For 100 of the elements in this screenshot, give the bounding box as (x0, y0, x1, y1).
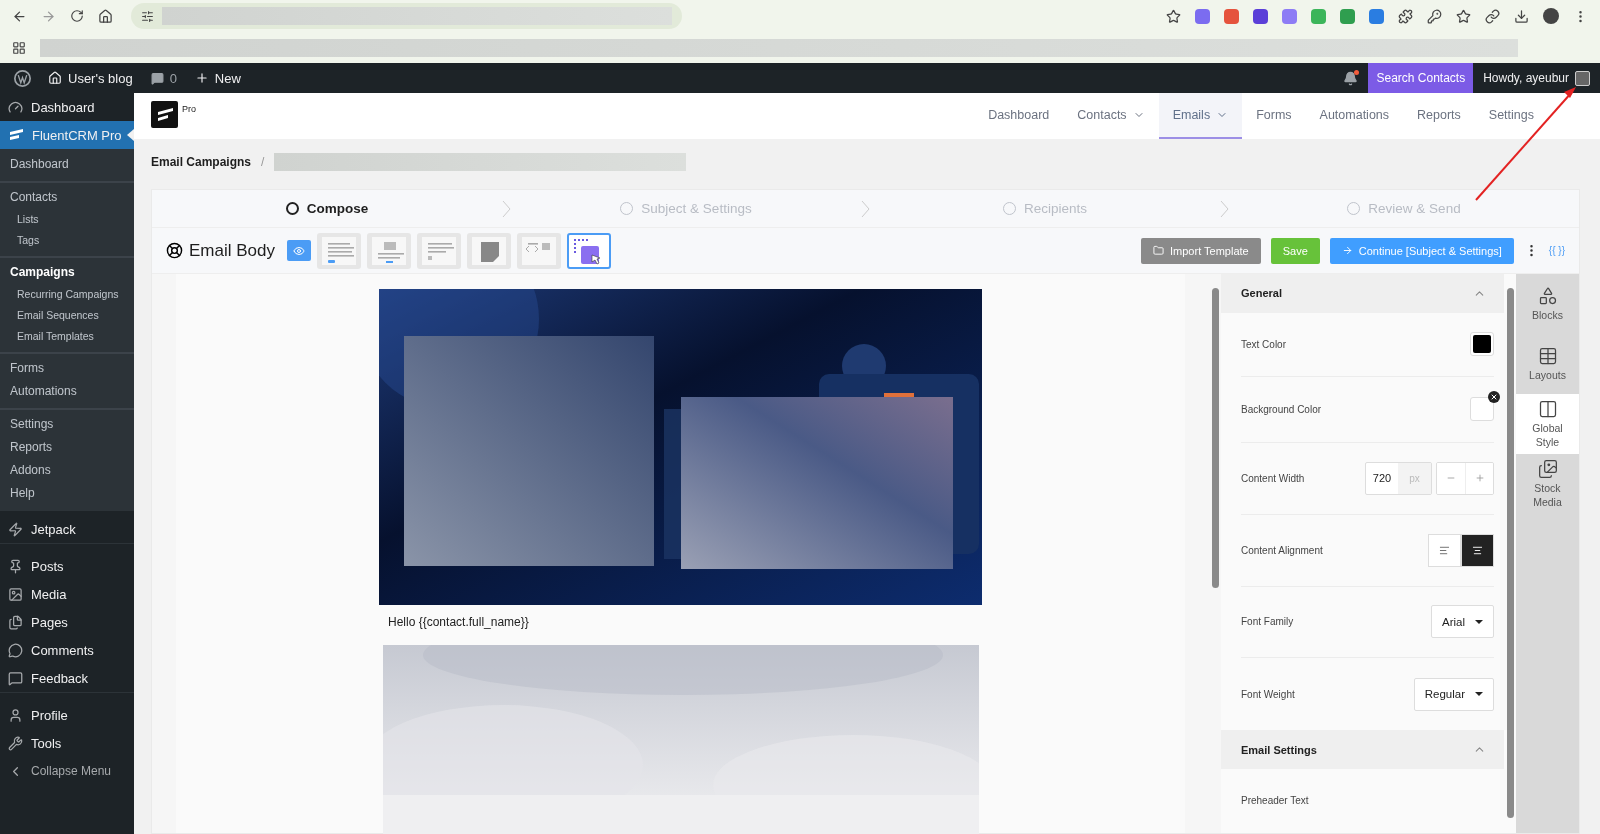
search-contacts-button[interactable]: Search Contacts (1368, 63, 1474, 93)
home-icon[interactable] (98, 8, 113, 24)
plus-icon (1474, 473, 1485, 484)
submenu-item[interactable]: Dashboard (0, 153, 134, 176)
submenu-item[interactable]: Tags (0, 230, 134, 251)
email-greeting: Hello {{contact.full_name}} (387, 614, 530, 631)
shapes-icon (1537, 286, 1558, 306)
feedback-icon (8, 670, 23, 686)
setting-label: Text Color (1241, 338, 1286, 350)
submenu-item[interactable]: Help (0, 482, 134, 505)
submenu-item[interactable]: Email Sequences (0, 305, 134, 326)
sidebar-item[interactable]: Profile (0, 692, 134, 729)
template-thumbnail[interactable] (517, 232, 561, 269)
submenu-item[interactable]: Reports (0, 436, 134, 459)
clear-button[interactable] (1488, 391, 1500, 404)
submenu-item[interactable]: Settings (0, 408, 134, 436)
close-icon (1490, 393, 1498, 402)
sidebar-tab[interactable]: Blocks (1516, 274, 1579, 334)
wizard-step[interactable]: Compose (152, 201, 502, 216)
key-icon[interactable] (1427, 8, 1442, 24)
fluentcrm-logo-icon (151, 101, 178, 128)
template-thumbnail[interactable] (367, 232, 411, 269)
new-link[interactable]: New (185, 63, 250, 93)
arrow-right-icon (1341, 245, 1353, 256)
sidebar-item[interactable]: Posts (0, 543, 134, 580)
eye-icon (293, 244, 305, 257)
submenu-item[interactable]: Automations (0, 380, 134, 403)
nav-tab[interactable]: Contacts (1063, 93, 1159, 139)
color-swatch[interactable] (1470, 332, 1494, 357)
nav-tab[interactable]: Reports (1403, 93, 1475, 139)
submenu-item[interactable]: Email Templates (0, 326, 134, 347)
extensions-icon[interactable] (1398, 8, 1413, 24)
submenu-item[interactable]: Contacts (0, 181, 134, 209)
forward-icon[interactable] (41, 8, 56, 24)
color-swatch[interactable] (1470, 397, 1494, 422)
sidebar-item[interactable]: Jetpack (0, 515, 134, 543)
sidebar-item[interactable]: Feedback (0, 664, 134, 692)
apps-icon[interactable] (12, 40, 26, 55)
home-icon (48, 71, 62, 85)
star-icon[interactable] (1456, 8, 1471, 24)
comment-icon (150, 71, 164, 85)
download-icon[interactable] (1514, 8, 1529, 24)
reload-icon[interactable] (70, 9, 84, 23)
section-header[interactable]: Email Settings (1221, 730, 1504, 769)
sidebar-item[interactable]: Collapse Menu (0, 757, 134, 785)
setting-label: Font Weight (1241, 688, 1295, 700)
breadcrumb-link[interactable]: Email Campaigns (151, 155, 252, 169)
submenu-item[interactable]: Lists (0, 209, 134, 230)
extension-icon[interactable] (1282, 8, 1297, 24)
image-icon (8, 586, 23, 602)
grid-icon (1537, 346, 1558, 366)
sidebar-item[interactable]: Dashboard (0, 93, 134, 121)
submenu-item[interactable]: Forms (0, 352, 134, 380)
sidebar-item[interactable]: FluentCRM Pro (0, 121, 134, 149)
section-title: Email Body (189, 240, 275, 261)
wrench-icon (8, 735, 23, 751)
template-thumbnail[interactable] (567, 232, 611, 269)
scrollbar[interactable] (1211, 288, 1219, 588)
template-thumbnail[interactable] (317, 232, 361, 269)
extension-icon[interactable] (1253, 8, 1268, 24)
nav-tab[interactable]: Dashboard (974, 93, 1064, 139)
sidebar-item[interactable]: Tools (0, 729, 134, 757)
nav-tab[interactable]: Settings (1474, 93, 1548, 139)
extension-icon[interactable] (1224, 8, 1239, 24)
folder-icon (1153, 245, 1164, 256)
sidebar-tab[interactable]: Stock Media (1516, 454, 1579, 514)
extension-icon[interactable] (1340, 8, 1355, 24)
bookmark-star-icon[interactable] (1166, 8, 1181, 24)
template-thumbnail[interactable] (417, 232, 461, 269)
sidebar-item[interactable]: Comments (0, 636, 134, 664)
avatar-icon[interactable] (1543, 8, 1559, 24)
scrollbar[interactable] (1506, 288, 1514, 818)
notification-bell-icon[interactable] (1343, 70, 1359, 86)
chevron-right-icon (861, 199, 870, 218)
submenu-item[interactable]: Recurring Campaigns (0, 284, 134, 305)
extension-icon[interactable] (1195, 8, 1210, 24)
chevron-right-icon (1220, 199, 1229, 218)
avatar-icon (1575, 70, 1590, 86)
nav-tab[interactable]: Forms (1242, 93, 1306, 139)
nav-tab[interactable]: Emails (1158, 93, 1243, 139)
comments-link[interactable]: 0 (141, 63, 186, 93)
account-menu[interactable]: Howdy, ayeubur (1473, 70, 1600, 86)
align-center-button[interactable] (1461, 533, 1494, 567)
sidebar-item[interactable]: Pages (0, 608, 134, 636)
sidebar-tab[interactable]: Global Style (1516, 394, 1579, 454)
pages-icon (8, 614, 23, 630)
back-icon[interactable] (12, 8, 27, 24)
select-dropdown[interactable]: Regular (1413, 677, 1494, 711)
submenu-item[interactable]: Campaigns (0, 256, 134, 284)
site-info-icon[interactable] (141, 9, 154, 23)
template-thumbnail[interactable] (467, 232, 511, 269)
submenu-item[interactable]: Addons (0, 459, 134, 482)
site-link[interactable]: User's blog (39, 63, 142, 93)
link-icon[interactable] (1485, 8, 1500, 24)
section-header[interactable]: General (1221, 274, 1504, 313)
select-dropdown[interactable]: Arial (1431, 605, 1494, 639)
sidebar-item[interactable]: Media (0, 580, 134, 608)
extension-icon[interactable] (1369, 8, 1384, 24)
nav-tab[interactable]: Automations (1305, 93, 1404, 139)
sidebar-tab[interactable]: Layouts (1516, 334, 1579, 394)
